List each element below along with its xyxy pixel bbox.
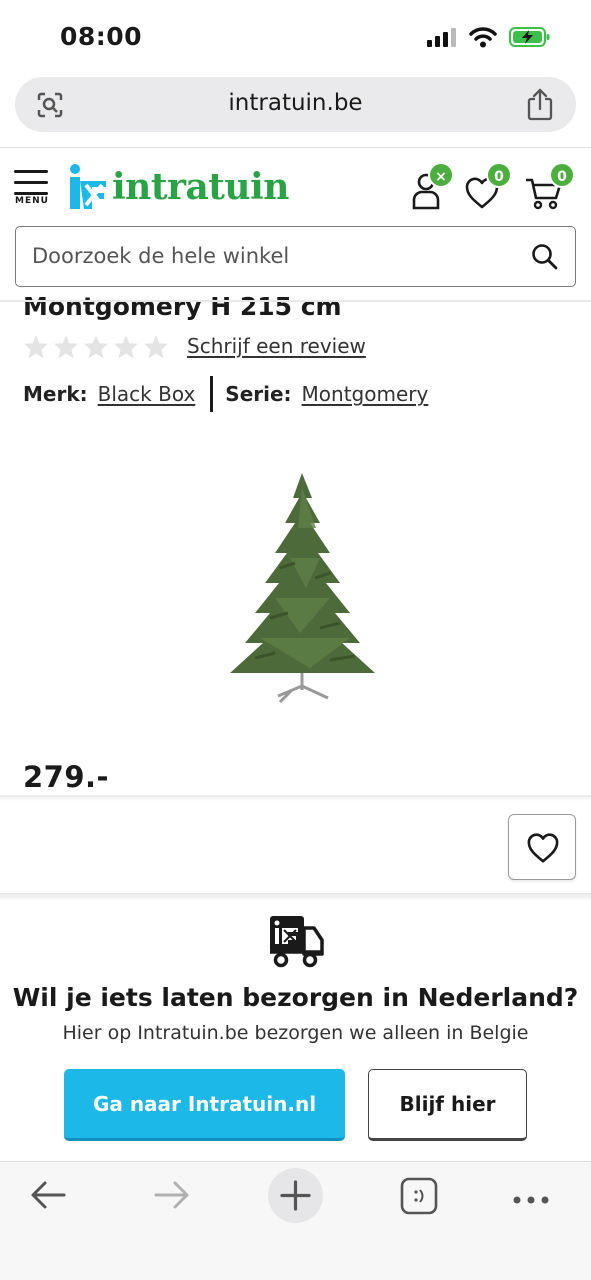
search-input[interactable]	[32, 241, 512, 271]
star-icon	[114, 335, 138, 359]
star-icon	[24, 335, 48, 359]
account-button[interactable]: ×	[410, 162, 454, 216]
new-tab-button[interactable]	[268, 1168, 323, 1223]
delivery-truck-icon	[266, 912, 326, 974]
new-tab-plus-icon	[280, 1180, 311, 1211]
cart-button[interactable]: 0	[524, 162, 575, 214]
forward-arrow-icon[interactable]	[154, 1180, 190, 1214]
logo-mark-icon	[70, 164, 106, 209]
wishlist-button[interactable]: 0	[464, 162, 512, 214]
christmas-tree-image	[230, 473, 375, 704]
heart-icon	[527, 833, 559, 863]
menu-button[interactable]: MENU	[14, 168, 50, 208]
search-icon[interactable]	[531, 243, 559, 275]
delivery-banner-subtitle: Hier op Intratuin.be bezorgen we alleen …	[62, 1022, 529, 1044]
delivery-banner-title: Wil je iets laten bezorgen in Nederland?	[12, 983, 579, 1012]
wifi-icon	[469, 27, 497, 48]
status-bar: 08:00	[0, 0, 591, 70]
header-divider	[0, 300, 591, 302]
sticky-bar-shadow	[0, 795, 591, 801]
account-badge: ×	[428, 162, 454, 188]
brand-label: Merk:	[23, 382, 88, 406]
more-icon[interactable]	[512, 1190, 550, 1209]
battery-charging-icon	[509, 27, 550, 47]
star-icon	[144, 335, 168, 359]
banner-shadow	[0, 893, 591, 901]
series-label: Serie:	[225, 382, 292, 406]
status-icons	[427, 26, 551, 48]
site-logo[interactable]: intratuin	[68, 162, 289, 212]
wishlist-count-badge: 0	[486, 162, 512, 188]
rating-stars	[23, 334, 169, 359]
series-link[interactable]: Montgomery	[302, 382, 429, 406]
browser-toolbar	[0, 1161, 591, 1280]
share-icon[interactable]	[526, 87, 554, 125]
star-icon	[84, 335, 108, 359]
tabs-icon[interactable]	[399, 1176, 439, 1220]
divider	[0, 147, 591, 148]
separator	[210, 376, 214, 412]
product-image[interactable]	[220, 468, 385, 708]
product-title: Montgomery H 215 cm	[23, 292, 342, 321]
add-to-wishlist-button[interactable]	[508, 814, 576, 880]
signal-icon	[427, 28, 456, 47]
brand-series-row: Merk: Black Box Serie: Montgomery	[23, 376, 428, 412]
cart-count-badge: 0	[549, 162, 575, 188]
menu-label: MENU	[15, 196, 49, 206]
search-box[interactable]	[15, 226, 576, 287]
hamburger-icon	[14, 170, 48, 173]
brand-link[interactable]: Black Box	[98, 382, 196, 406]
url-text[interactable]: intratuin.be	[15, 90, 576, 116]
star-icon	[54, 335, 78, 359]
status-time: 08:00	[60, 22, 143, 51]
product-price: 279.-	[23, 760, 110, 794]
write-review-link[interactable]: Schrijf een review	[187, 334, 366, 358]
stay-here-button[interactable]: Blijf hier	[368, 1069, 527, 1141]
logo-text: intratuin	[112, 166, 289, 208]
back-arrow-icon[interactable]	[30, 1180, 66, 1214]
go-to-intratuin-nl-button[interactable]: Ga naar Intratuin.nl	[64, 1069, 345, 1141]
address-bar[interactable]: intratuin.be	[15, 77, 576, 132]
